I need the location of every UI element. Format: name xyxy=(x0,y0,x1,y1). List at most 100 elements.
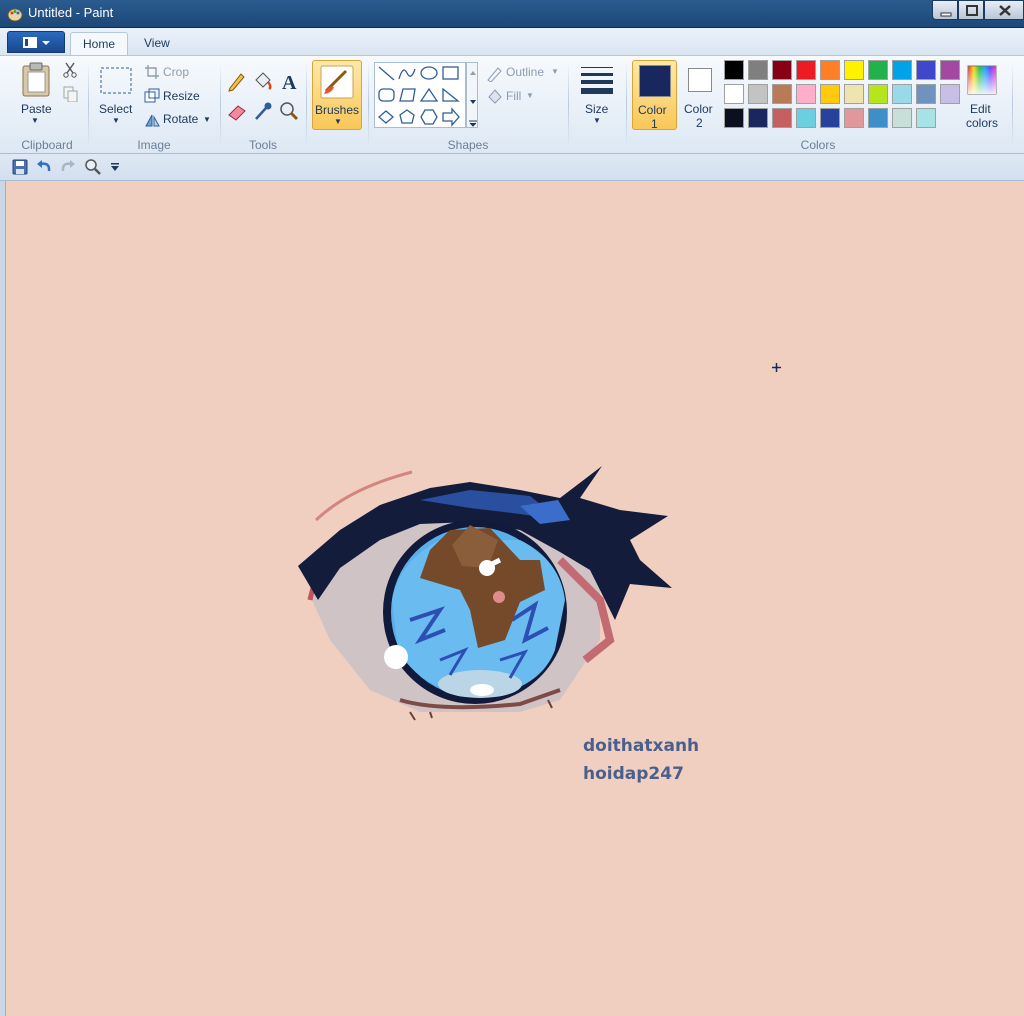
minimize-button[interactable] xyxy=(932,0,958,20)
palette-swatch[interactable] xyxy=(772,60,792,80)
fill-dropdown-arrow[interactable]: ▼ xyxy=(526,91,534,100)
separator xyxy=(368,62,369,148)
outline-dropdown-arrow[interactable]: ▼ xyxy=(551,67,559,76)
palette-swatch[interactable] xyxy=(796,84,816,104)
palette-swatch[interactable] xyxy=(844,108,864,128)
tools-group-label: Tools xyxy=(248,138,277,152)
edit-colors-label-line2: colors xyxy=(966,116,999,130)
crosshair-icon xyxy=(772,363,781,372)
palette-swatch[interactable] xyxy=(868,60,888,80)
palette-swatch[interactable] xyxy=(868,84,888,104)
palette-swatch[interactable] xyxy=(892,60,912,80)
palette-swatch[interactable] xyxy=(748,108,768,128)
fill-button[interactable]: Fill xyxy=(506,89,521,103)
size-icon[interactable] xyxy=(580,64,614,94)
paste-icon[interactable] xyxy=(20,62,52,98)
select-icon[interactable] xyxy=(99,66,133,96)
color1-button[interactable]: Color 1 xyxy=(632,60,677,131)
palette-swatch[interactable] xyxy=(772,108,792,128)
copy-icon[interactable] xyxy=(62,86,78,102)
resize-button[interactable]: Resize xyxy=(163,89,200,103)
shapes-gallery-scrollbar[interactable] xyxy=(466,62,478,128)
color1-number: 1 xyxy=(651,117,658,131)
rotate-button[interactable]: Rotate xyxy=(163,112,198,126)
separator xyxy=(568,62,569,148)
palette-swatch[interactable] xyxy=(844,84,864,104)
edit-colors-icon[interactable] xyxy=(966,64,998,96)
palette-swatch[interactable] xyxy=(772,84,792,104)
palette-swatch[interactable] xyxy=(796,108,816,128)
scroll-arrows-icon xyxy=(469,71,477,127)
palette-swatch[interactable] xyxy=(748,60,768,80)
brush-icon xyxy=(320,65,354,99)
palette-swatch[interactable] xyxy=(940,60,960,80)
paint-app-icon[interactable] xyxy=(7,6,23,22)
rotate-dropdown-arrow[interactable]: ▼ xyxy=(203,115,211,124)
separator xyxy=(626,62,627,148)
redo-icon[interactable] xyxy=(60,159,76,175)
watermark-line2: hoidap247 xyxy=(583,764,684,784)
eraser-icon[interactable] xyxy=(226,100,248,122)
size-button[interactable]: Size xyxy=(585,102,608,116)
ribbon-tab-strip: Home View xyxy=(0,28,1024,55)
palette-swatch[interactable] xyxy=(868,108,888,128)
shapes-gallery[interactable] xyxy=(374,62,466,128)
resize-icon[interactable] xyxy=(144,88,160,104)
watermark-line1: doithatxanh xyxy=(583,736,700,756)
title-bar: Untitled - Paint xyxy=(0,0,1024,28)
outline-icon[interactable] xyxy=(486,64,504,82)
palette-swatch[interactable] xyxy=(796,60,816,80)
paste-dropdown-arrow[interactable]: ▼ xyxy=(31,116,39,125)
palette-swatch[interactable] xyxy=(748,84,768,104)
shapes-gallery-icons xyxy=(378,66,460,127)
crop-button[interactable]: Crop xyxy=(163,65,189,79)
fill-icon[interactable] xyxy=(486,87,504,105)
tab-view[interactable]: View xyxy=(132,32,184,55)
edit-colors-button[interactable]: Edit xyxy=(970,102,991,116)
undo-icon[interactable] xyxy=(36,159,52,175)
color2-swatch[interactable] xyxy=(688,68,712,92)
color1-swatch xyxy=(639,65,671,97)
fill-bucket-icon[interactable] xyxy=(252,70,274,92)
palette-swatch[interactable] xyxy=(724,84,744,104)
palette-swatch[interactable] xyxy=(724,108,744,128)
size-dropdown-arrow[interactable]: ▼ xyxy=(593,116,601,125)
drawing-canvas[interactable] xyxy=(0,181,1024,1016)
svg-text:A: A xyxy=(282,72,297,92)
paste-button[interactable]: Paste xyxy=(21,102,52,116)
palette-swatch[interactable] xyxy=(916,108,936,128)
magnifier-icon[interactable] xyxy=(278,100,300,122)
cut-icon[interactable] xyxy=(62,62,78,78)
pencil-icon[interactable] xyxy=(226,70,248,92)
select-dropdown-arrow[interactable]: ▼ xyxy=(112,116,120,125)
rotate-icon[interactable] xyxy=(144,112,160,128)
select-button[interactable]: Select xyxy=(99,102,132,116)
zoom-icon[interactable] xyxy=(84,158,102,176)
palette-swatch[interactable] xyxy=(820,84,840,104)
close-icon xyxy=(999,5,1011,16)
palette-swatch[interactable] xyxy=(940,84,960,104)
palette-swatch[interactable] xyxy=(916,60,936,80)
color1-label: Color xyxy=(638,103,667,117)
customize-toolbar-icon[interactable] xyxy=(110,162,120,172)
palette-swatch[interactable] xyxy=(844,60,864,80)
palette-swatch[interactable] xyxy=(820,60,840,80)
maximize-button[interactable] xyxy=(958,0,984,20)
palette-swatch[interactable] xyxy=(820,108,840,128)
brushes-button[interactable]: Brushes ▼ xyxy=(312,60,362,130)
palette-swatch[interactable] xyxy=(892,84,912,104)
text-icon[interactable]: A xyxy=(278,70,300,92)
outline-button[interactable]: Outline xyxy=(506,65,544,79)
save-icon[interactable] xyxy=(12,159,28,175)
tab-home[interactable]: Home xyxy=(70,32,128,55)
palette-swatch[interactable] xyxy=(892,108,912,128)
palette-swatch[interactable] xyxy=(724,60,744,80)
color-picker-icon[interactable] xyxy=(252,100,274,122)
crop-icon[interactable] xyxy=(144,64,160,80)
separator xyxy=(306,62,307,148)
shapes-group-label: Shapes xyxy=(447,138,489,152)
palette-swatch[interactable] xyxy=(916,84,936,104)
close-button[interactable] xyxy=(984,0,1024,20)
color2-button[interactable]: Color xyxy=(684,102,713,116)
paint-menu-button[interactable] xyxy=(7,31,65,53)
